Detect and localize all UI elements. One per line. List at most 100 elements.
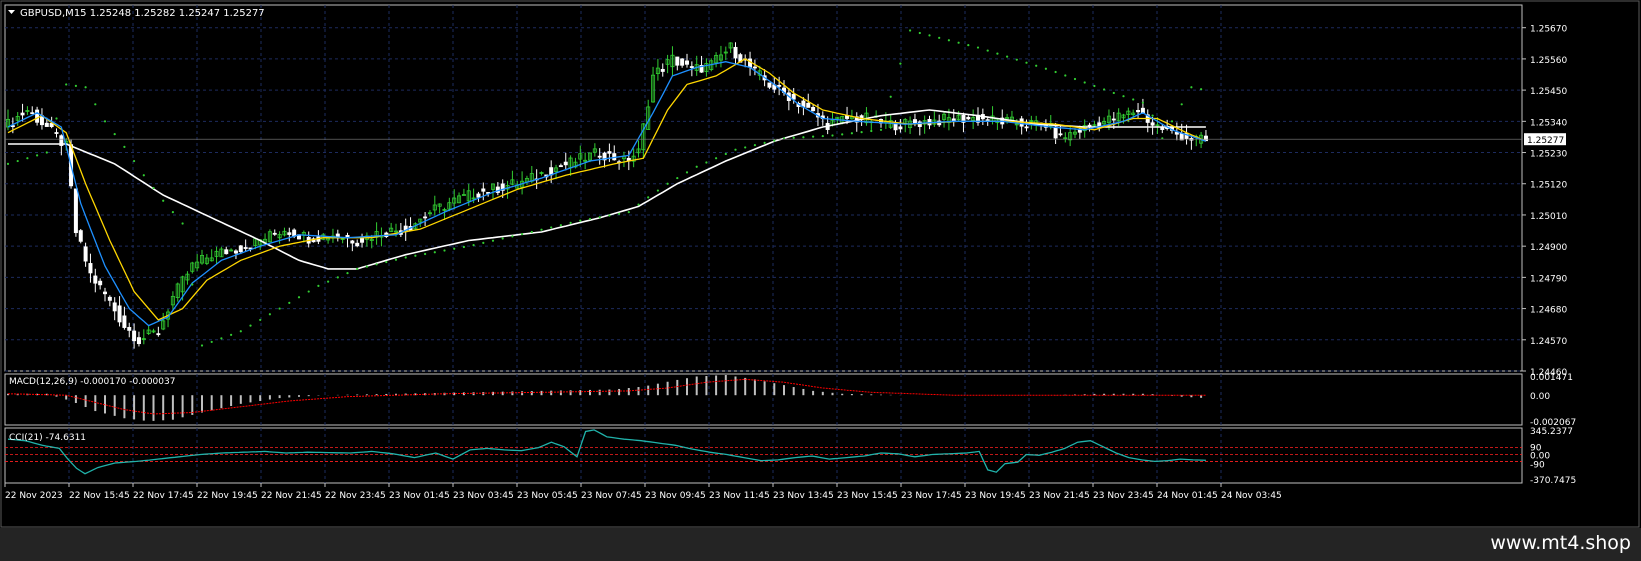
price-tick-label: 1.25560 xyxy=(1530,56,1567,66)
time-tick-label: 23 Nov 03:45 xyxy=(453,491,514,501)
psar-dot xyxy=(200,344,204,347)
psar-dot xyxy=(860,131,863,134)
psar-dot xyxy=(171,211,174,214)
psar-dot xyxy=(336,276,339,279)
psar-dot xyxy=(802,136,805,139)
psar-dot xyxy=(1073,77,1077,81)
psar-dot xyxy=(831,134,834,137)
psar-dot xyxy=(957,41,960,44)
psar-dot xyxy=(753,144,757,147)
time-tick-label: 22 Nov 21:45 xyxy=(261,491,322,501)
candle-body xyxy=(660,68,665,72)
window-border xyxy=(0,0,1640,528)
psar-dot xyxy=(744,146,747,149)
time-tick-label: 22 Nov 2023 xyxy=(5,491,63,501)
time-tick-label: 22 Nov 17:45 xyxy=(133,491,194,501)
psar-dot xyxy=(821,134,824,138)
time-tick-label: 24 Nov 03:45 xyxy=(1221,491,1282,501)
psar-dot xyxy=(1103,88,1106,91)
psar-dot xyxy=(870,129,873,133)
footer-url[interactable]: www.mt4.shop xyxy=(1490,532,1631,554)
candle-body xyxy=(20,112,25,116)
cci-tick-label: -370.7475 xyxy=(1530,476,1576,486)
psar-dot xyxy=(734,148,737,151)
psar-dot xyxy=(598,216,601,219)
candle-body xyxy=(30,112,35,115)
psar-dot xyxy=(288,301,291,305)
candle-body xyxy=(136,337,141,345)
psar-dot xyxy=(45,151,48,154)
psar-dot xyxy=(55,117,58,120)
candle-body xyxy=(287,232,292,235)
psar-dot xyxy=(230,333,233,336)
psar-dot xyxy=(74,84,77,87)
psar-dot xyxy=(1035,64,1038,67)
psar-dot xyxy=(695,165,698,168)
candle-body xyxy=(675,56,680,66)
psar-dot xyxy=(715,157,718,160)
candle-body xyxy=(423,216,428,219)
candle-body xyxy=(73,188,78,234)
candle-body xyxy=(607,151,612,154)
candle-body xyxy=(83,246,88,262)
psar-dot xyxy=(84,86,87,89)
cci-tick-label: 345.2377 xyxy=(1530,427,1573,437)
psar-dot xyxy=(142,174,145,177)
time-tick-label: 23 Nov 07:45 xyxy=(581,491,642,501)
candle-body xyxy=(272,232,277,235)
psar-dot xyxy=(647,196,650,199)
candle-body xyxy=(224,249,229,255)
time-tick-label: 23 Nov 19:45 xyxy=(965,491,1026,501)
price-tick-label: 1.25120 xyxy=(1530,181,1567,191)
chart-canvas[interactable]: 1.25670 1.25560 1.25450 1.25340 1.25230 1.251… xyxy=(0,0,1641,528)
psar-dot xyxy=(976,46,980,49)
candle-body xyxy=(752,66,757,69)
candle-body xyxy=(107,296,112,301)
ma-slow-line xyxy=(8,109,1206,270)
candle-body xyxy=(1024,126,1029,129)
ma-fast-line xyxy=(7,61,1207,327)
psar-dot xyxy=(627,211,630,214)
candle-body xyxy=(54,132,59,134)
price-tick-label: 1.24570 xyxy=(1530,337,1567,347)
psar-dot xyxy=(210,340,213,344)
candle-body xyxy=(777,84,782,87)
psar-dot xyxy=(579,219,582,222)
candle-body xyxy=(132,330,137,342)
candle-body xyxy=(597,155,602,158)
psar-dot xyxy=(967,44,970,47)
time-tick-label: 23 Nov 09:45 xyxy=(645,491,706,501)
psar-dot xyxy=(472,243,475,247)
psar-dot xyxy=(666,182,669,185)
psar-dot xyxy=(317,284,320,287)
psar-dot xyxy=(278,307,281,310)
collapse-triangle-icon[interactable] xyxy=(8,10,15,14)
psar-dot xyxy=(414,254,417,257)
psar-dot xyxy=(724,152,727,156)
time-tick-label: 23 Nov 15:45 xyxy=(837,491,898,501)
candle-body xyxy=(156,333,161,336)
psar-dot xyxy=(521,233,524,236)
psar-dot xyxy=(501,237,504,240)
psar-dot xyxy=(1025,61,1028,64)
psar-dot xyxy=(1122,95,1125,98)
candle-body xyxy=(117,305,122,323)
candle-body xyxy=(112,302,117,312)
candle-body xyxy=(791,93,796,100)
psar-dot xyxy=(1112,91,1115,95)
psar-dot xyxy=(65,83,68,86)
psar-dot xyxy=(550,226,553,229)
psar-dot xyxy=(841,133,844,136)
candle-body xyxy=(951,118,956,122)
psar-dot xyxy=(462,245,465,249)
candle-body xyxy=(1136,110,1141,113)
psar-dot xyxy=(1190,86,1193,89)
psar-dot xyxy=(394,258,398,261)
psar-dot xyxy=(637,203,640,206)
psar-dot xyxy=(26,157,29,160)
psar-dot xyxy=(947,39,951,42)
time-tick-label: 23 Nov 23:45 xyxy=(1093,491,1154,501)
candle-body xyxy=(680,58,685,66)
psar-dot xyxy=(433,251,436,254)
psar-dot xyxy=(1170,120,1174,123)
